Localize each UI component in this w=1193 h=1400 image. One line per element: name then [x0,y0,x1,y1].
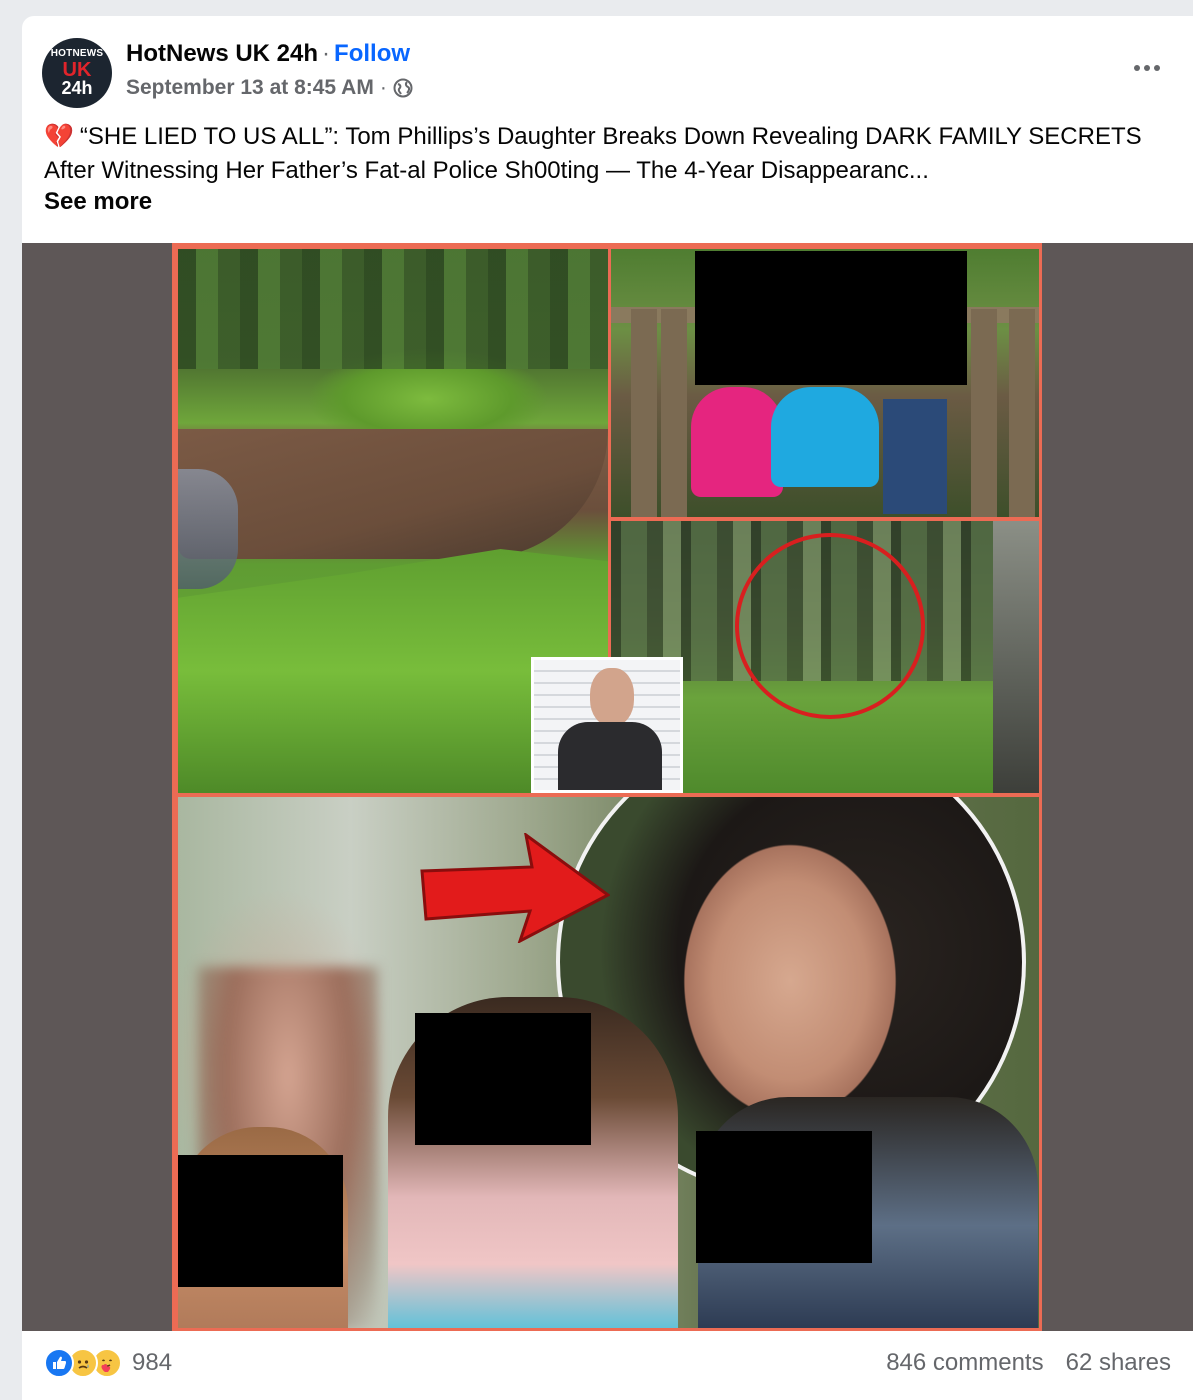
reactions-summary[interactable]: 984 [44,1347,172,1379]
pink-dress [691,387,783,497]
redaction-box [696,1131,872,1263]
like-icon [44,1348,74,1378]
red-arrow-icon [420,833,610,943]
man-head [590,668,634,726]
redaction-box [415,1013,591,1145]
post-message: 💔 “SHE LIED TO US ALL”: Tom Phillips’s Da… [44,120,1154,188]
engagement-counts: 846 comments 62 shares [886,1347,1171,1379]
avatar-text-middle: UK [62,59,92,81]
blue-dress [771,387,879,487]
reaction-count: 984 [132,1349,173,1376]
post-timestamp-link[interactable]: September 13 at 8:45 AM [126,76,374,100]
photo-man-portrait-inset [531,657,683,793]
fence-post [661,309,687,517]
redaction-box [695,251,967,385]
fence-post [1009,309,1035,517]
post-card: HOTNEWS UK 24h HotNews UK 24h · Follow Sep… [22,16,1193,1400]
page-avatar[interactable]: HOTNEWS UK 24h [42,38,112,108]
follow-button[interactable]: Follow [334,40,410,67]
more-dot [1144,65,1150,71]
fence-post [971,309,997,517]
post-header-title: HotNews UK 24h · Follow [126,40,410,68]
water-puddle [178,469,238,589]
red-circle-highlight [735,533,925,719]
redaction-box [178,1155,343,1287]
avatar-text-bottom: 24h [61,78,93,98]
see-more-button[interactable]: See more [44,188,152,216]
man-jacket [558,722,662,790]
avatar-text-top: HOTNEWS [50,48,104,59]
page-name-link[interactable]: HotNews UK 24h [126,40,318,67]
broken-heart-icon: 💔 [44,123,74,150]
meta-separator: · [379,76,387,99]
post-message-text: “SHE LIED TO US ALL”: Tom Phillips’s Dau… [44,123,1142,184]
mud-track [178,429,608,559]
more-dot [1154,65,1160,71]
globe-icon[interactable] [393,78,413,98]
post-meta: September 13 at 8:45 AM · [126,76,413,100]
name-separator: · [322,40,331,67]
post-image[interactable] [22,243,1193,1331]
more-horizontal-icon [1134,65,1140,71]
photo-woman-and-children [178,797,1039,1328]
shares-count-link[interactable]: 62 shares [1066,1349,1171,1377]
fence-post [631,309,657,517]
image-collage [172,243,1042,1331]
forest-background [178,249,608,369]
more-options-button[interactable] [1127,56,1167,80]
photo-children-at-fence [611,249,1039,517]
jeans [883,399,947,514]
bystander [993,521,1039,793]
comments-count-link[interactable]: 846 comments [886,1349,1043,1377]
